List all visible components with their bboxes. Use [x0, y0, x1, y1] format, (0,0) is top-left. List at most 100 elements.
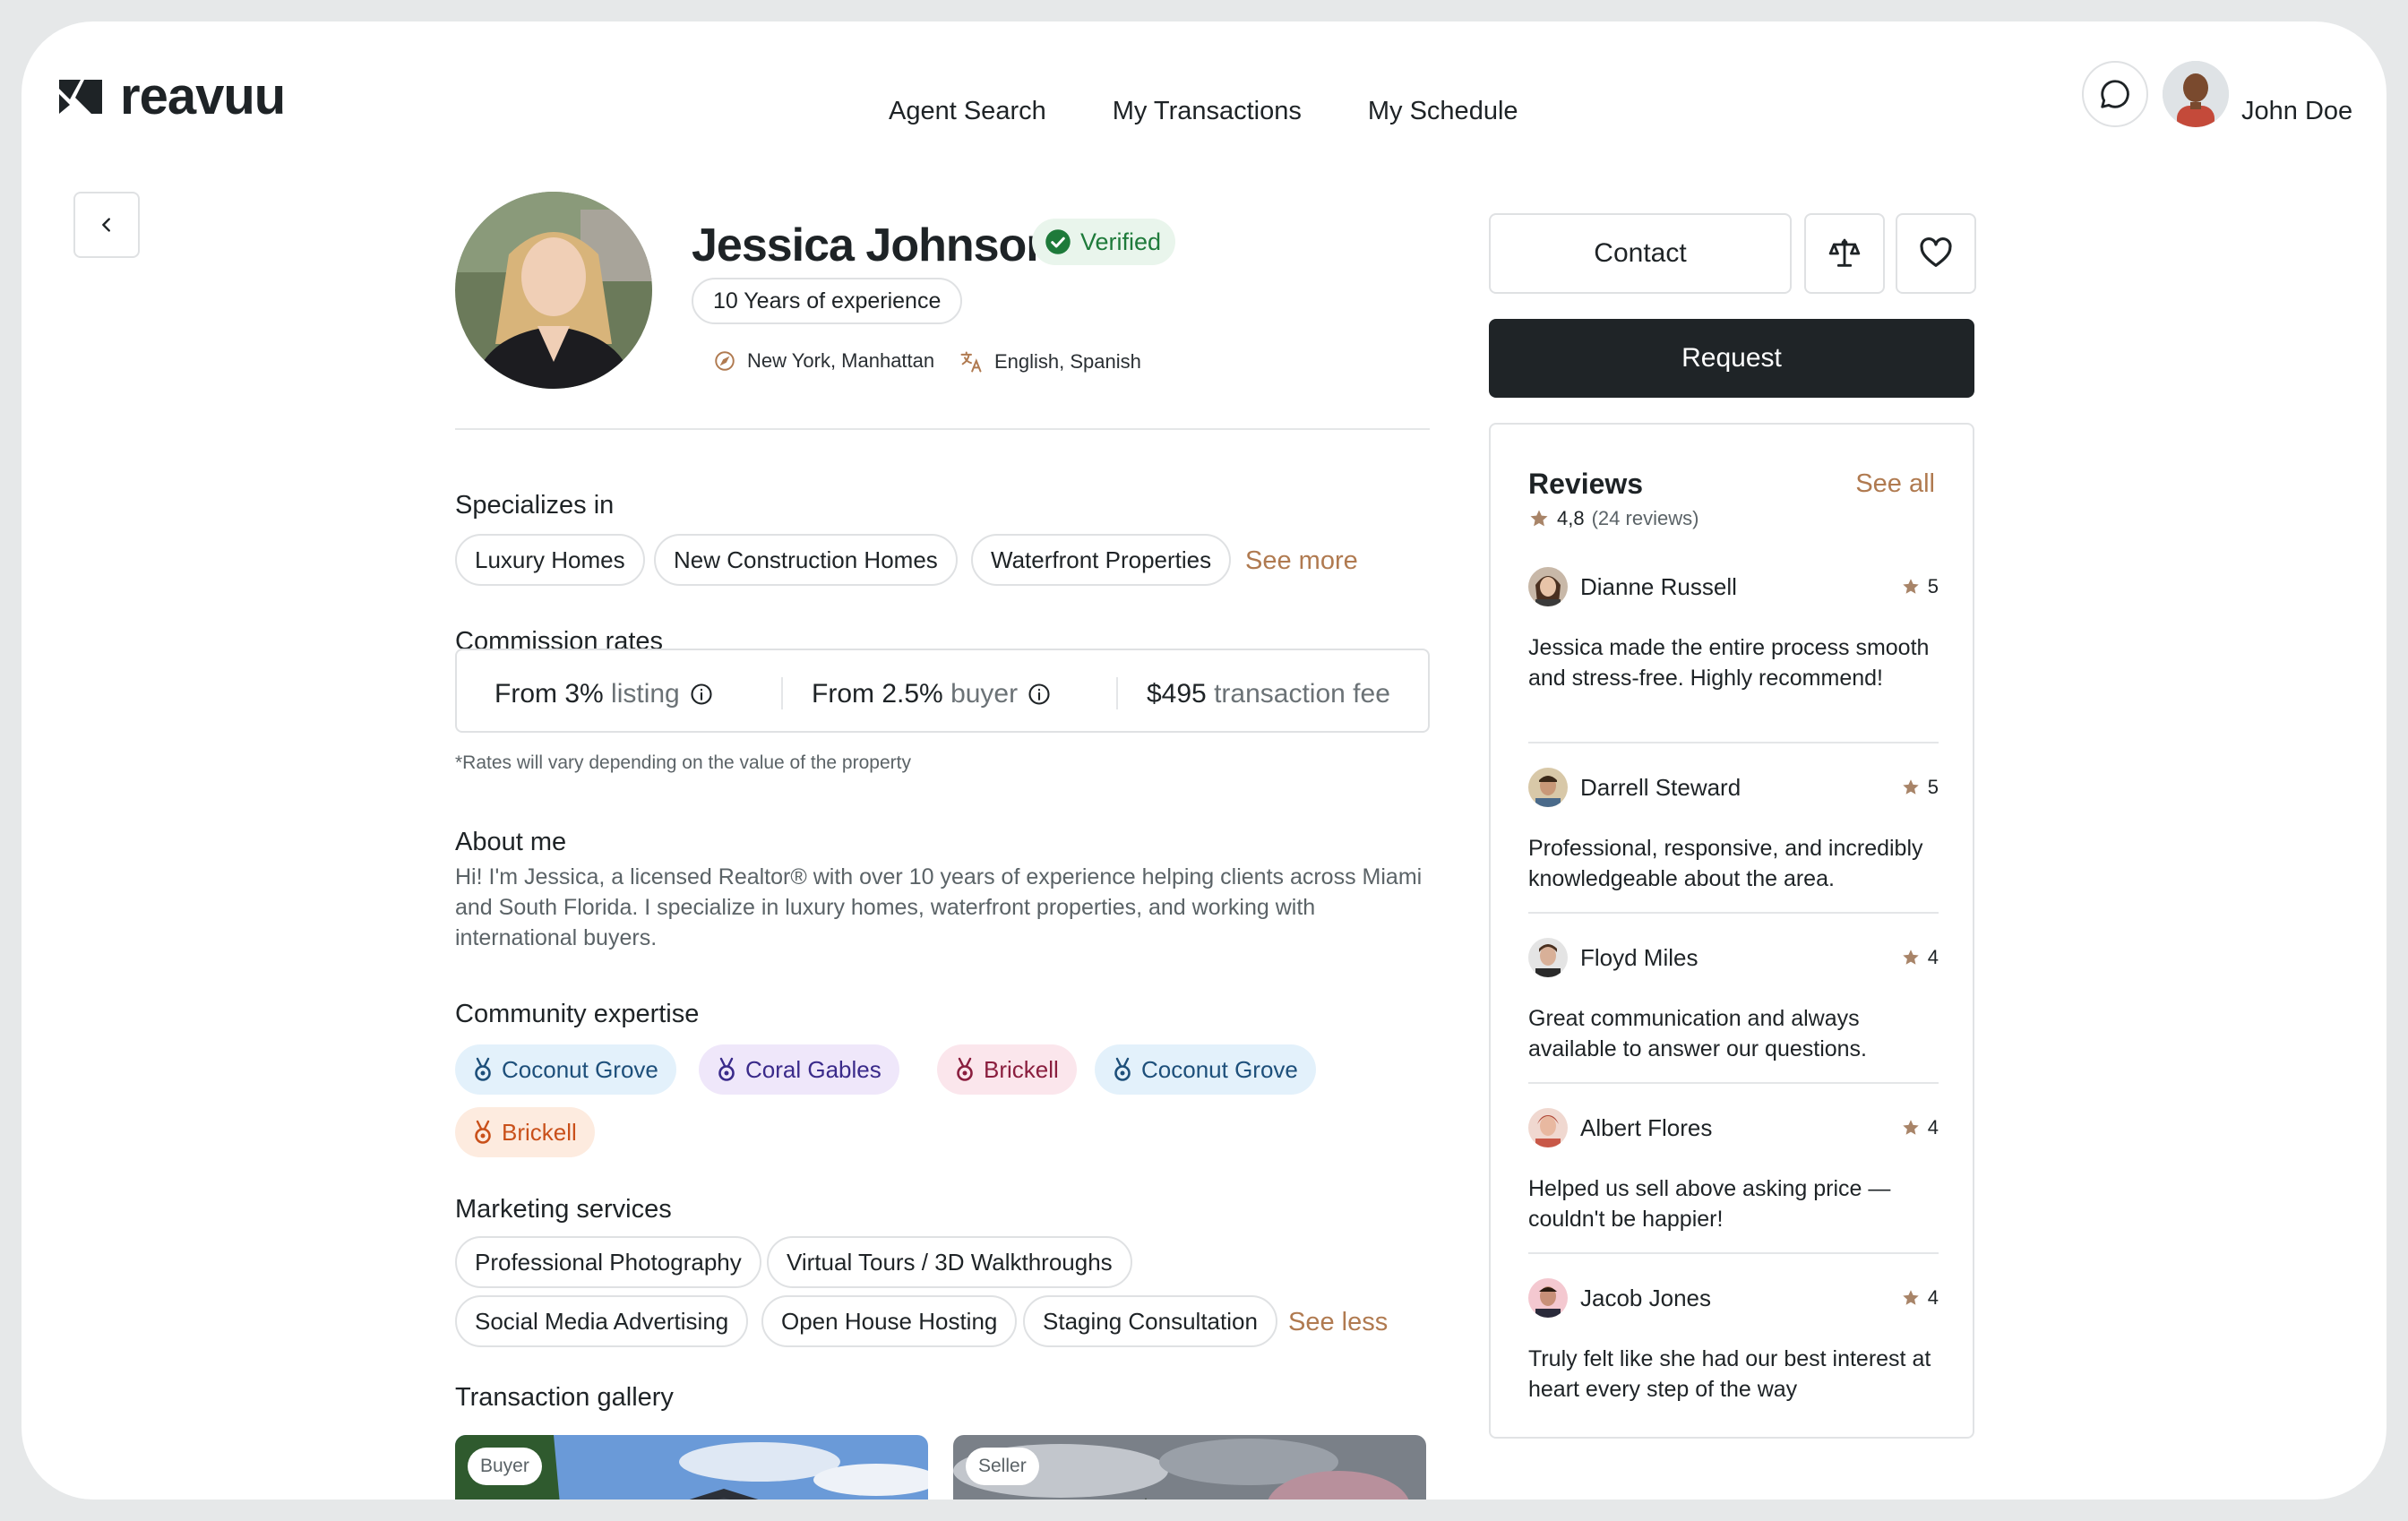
request-button[interactable]: Request [1489, 319, 1974, 398]
community-tag-label: Coral Gables [745, 1055, 882, 1083]
info-icon[interactable] [689, 682, 714, 707]
heart-icon [1920, 237, 1952, 267]
gallery-card-buyer[interactable]: Buyer [455, 1435, 928, 1500]
specialty-tag: Luxury Homes [455, 534, 645, 586]
buyer-rate: From 2.5% buyer [812, 679, 1052, 709]
review-text: Great communication and always available… [1528, 1006, 1868, 1061]
star-icon [1530, 510, 1548, 527]
compare-button[interactable] [1804, 213, 1885, 294]
review-text: Jessica made the entire process smooth a… [1528, 635, 1930, 691]
gallery-card-seller[interactable]: Seller [953, 1435, 1426, 1500]
contact-button[interactable]: Contact [1489, 213, 1792, 294]
nav-my-schedule[interactable]: My Schedule [1368, 97, 1518, 126]
brand-logo[interactable]: reavuu [57, 66, 286, 126]
review-separator [1528, 742, 1939, 743]
star-icon [1903, 950, 1919, 965]
reviewer-avatar [1528, 567, 1568, 606]
agent-location: New York, Manhattan [713, 349, 934, 373]
medal-icon [718, 1057, 735, 1081]
rates-note: *Rates will vary depending on the value … [455, 752, 911, 773]
buyer-rate-value: From 2.5% [812, 679, 943, 709]
reviewer-name: Jacob Jones [1580, 1284, 1711, 1311]
rate-separator [1116, 677, 1118, 709]
fee-label: transaction fee [1214, 679, 1390, 709]
medal-icon [957, 1057, 973, 1081]
review-stars: 5 [1901, 575, 1939, 598]
chat-button[interactable] [2082, 61, 2148, 127]
back-button[interactable] [73, 192, 140, 258]
medal-icon [1114, 1057, 1131, 1081]
community-tag: Brickell [937, 1044, 1077, 1095]
info-icon[interactable] [1027, 682, 1052, 707]
star-icon [1903, 1120, 1919, 1135]
marketing-tag: Staging Consultation [1023, 1295, 1277, 1347]
marketing-tag: Professional Photography [455, 1236, 761, 1288]
review-item: Darrell Steward 5 Professional, responsi… [1528, 767, 1939, 894]
review-text: Helped us sell above asking price — coul… [1528, 1176, 1891, 1232]
see-less-link[interactable]: See less [1288, 1308, 1388, 1337]
see-more-link[interactable]: See more [1245, 546, 1358, 576]
review-separator [1528, 1082, 1939, 1084]
review-star-count: 4 [1927, 1116, 1939, 1139]
community-tag-label: Brickell [984, 1055, 1059, 1083]
marketing-title: Marketing services [455, 1195, 672, 1224]
specialty-tag: Waterfront Properties [971, 534, 1232, 586]
reviewer-name: Floyd Miles [1580, 943, 1698, 971]
chat-bubble-icon [2101, 80, 2129, 108]
reviewer-name: Albert Flores [1580, 1113, 1713, 1141]
medal-icon [475, 1057, 491, 1081]
community-tag: Coconut Grove [455, 1044, 676, 1095]
commission-rates-box: From 3% listing From 2.5% buyer $495 tra… [455, 649, 1430, 733]
community-tag: Coral Gables [699, 1044, 899, 1095]
listing-rate-label: listing [611, 679, 680, 709]
rate-separator [781, 677, 783, 709]
community-tag: Brickell [455, 1107, 595, 1157]
review-item: Jacob Jones 4 Truly felt like she had ou… [1528, 1277, 1939, 1405]
logo-mark-icon [59, 79, 102, 114]
about-text: Hi! I'm Jessica, a licensed Realtor® wit… [455, 864, 1423, 950]
community-title: Community expertise [455, 1000, 700, 1028]
experience-pill: 10 Years of experience [692, 278, 963, 324]
fee-value: $495 [1147, 679, 1207, 709]
app-frame: reavuu Agent Search My Transactions My S… [22, 21, 2386, 1500]
chevron-left-icon [102, 218, 110, 232]
review-star-count: 4 [1927, 946, 1939, 968]
see-all-reviews-link[interactable]: See all [1855, 469, 1935, 499]
reviewer-avatar [1528, 1108, 1568, 1147]
review-text: Truly felt like she had our best interes… [1528, 1346, 1931, 1402]
listing-rate-value: From 3% [494, 679, 604, 709]
user-avatar-image [2163, 61, 2229, 127]
community-tag-label: Coconut Grove [1141, 1055, 1298, 1083]
nav-agent-search[interactable]: Agent Search [889, 97, 1046, 126]
reviews-rating: 4,8 (24 reviews) [1528, 507, 1698, 530]
reviewer-name: Dianne Russell [1580, 572, 1737, 600]
location-text: New York, Manhattan [747, 349, 935, 372]
review-stars: 4 [1901, 1286, 1939, 1310]
review-star-count: 5 [1927, 776, 1939, 798]
reviewer-name: Darrell Steward [1580, 773, 1742, 801]
review-separator [1528, 1252, 1939, 1254]
nav-my-transactions[interactable]: My Transactions [1113, 97, 1302, 126]
profile-divider [455, 428, 1430, 430]
marketing-tag: Virtual Tours / 3D Walkthroughs [767, 1236, 1132, 1288]
medal-icon [475, 1120, 491, 1144]
community-tag-label: Brickell [502, 1118, 577, 1146]
reviews-card: Reviews See all 4,8 (24 reviews) Dianne … [1489, 423, 1974, 1439]
about-title: About me [455, 828, 567, 856]
favorite-button[interactable] [1896, 213, 1976, 294]
reviewer-avatar [1528, 768, 1568, 807]
review-star-count: 4 [1927, 1286, 1939, 1309]
agent-name: Jessica Johnson [692, 219, 1054, 271]
transaction-fee: $495 transaction fee [1147, 679, 1390, 709]
review-stars: 4 [1901, 946, 1939, 969]
review-stars: 5 [1901, 776, 1939, 799]
review-item: Floyd Miles 4 Great communication and al… [1528, 937, 1939, 1064]
user-avatar[interactable] [2163, 61, 2229, 127]
star-icon [1903, 779, 1919, 795]
specialty-tag: New Construction Homes [654, 534, 958, 586]
review-text: Professional, responsive, and incredibly… [1528, 836, 1923, 891]
user-name[interactable]: John Doe [2241, 97, 2352, 126]
marketing-tag: Social Media Advertising [455, 1295, 749, 1347]
compass-icon [715, 351, 735, 371]
check-circle-icon [1045, 229, 1071, 254]
